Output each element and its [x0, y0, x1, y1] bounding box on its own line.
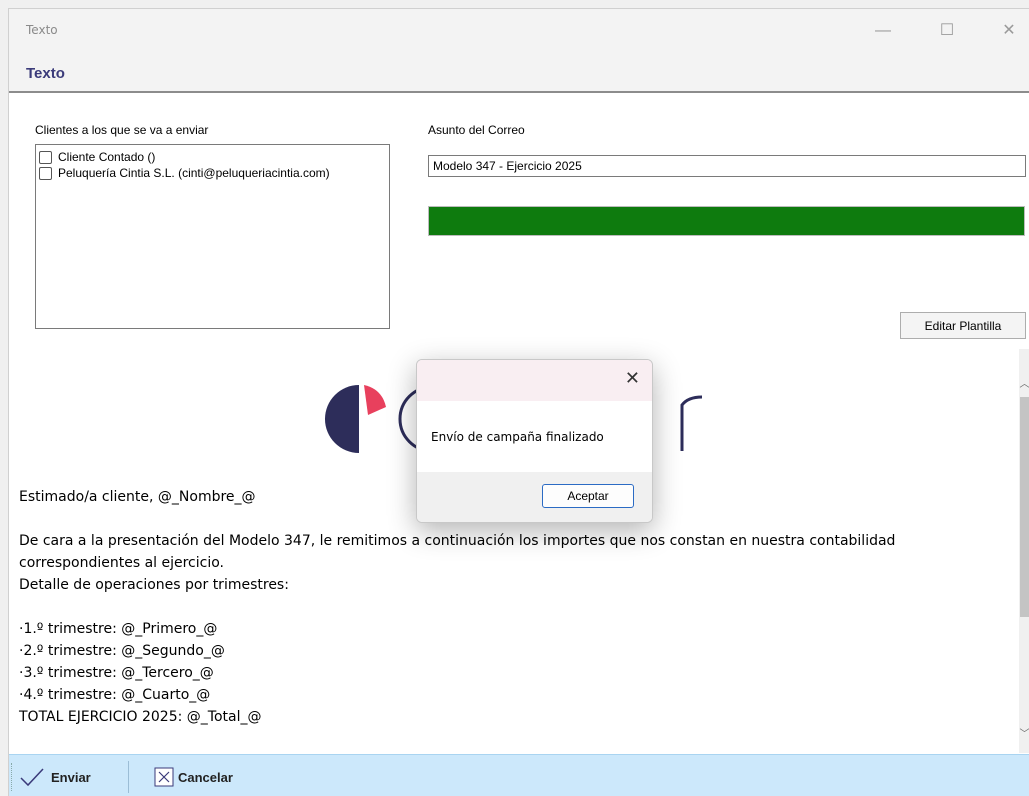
email-body-line: ·4.º trimestre: @_Cuarto_@: [19, 687, 211, 703]
send-check-icon: [20, 768, 44, 787]
confirmation-dialog: ✕ Envío de campaña finalizado Aceptar: [416, 359, 653, 523]
scroll-down-icon[interactable]: ﹀: [1019, 725, 1029, 740]
accept-button[interactable]: Aceptar: [542, 484, 634, 508]
email-body-line: De cara a la presentación del Modelo 347…: [19, 533, 896, 549]
cancel-x-icon: [154, 767, 174, 787]
progress-bar: [428, 206, 1025, 236]
email-body-line: ·1.º trimestre: @_Primero_@: [19, 621, 218, 637]
dialog-titlebar: ✕: [417, 360, 652, 401]
email-body-line: ·2.º trimestre: @_Segundo_@: [19, 643, 225, 659]
dialog-footer: Aceptar: [417, 472, 652, 522]
dialog-close-icon[interactable]: ✕: [625, 368, 640, 389]
title-bar: Texto — ☐ ✕: [9, 9, 1029, 51]
list-item[interactable]: Peluquería Cintia S.L. (cinti@peluqueria…: [39, 165, 386, 181]
clients-label: Clientes a los que se va a enviar: [35, 123, 209, 137]
preview-scrollbar[interactable]: ︿ ﹀: [1019, 349, 1029, 753]
scroll-up-icon[interactable]: ︿: [1019, 375, 1029, 390]
logo-mark-icon: [324, 385, 359, 453]
send-label: Enviar: [51, 769, 91, 785]
edit-template-button[interactable]: Editar Plantilla: [900, 312, 1026, 339]
client-label: Peluquería Cintia S.L. (cinti@peluqueria…: [58, 166, 330, 180]
window-title: Texto: [26, 23, 58, 37]
email-body-line: Detalle de operaciones por trimestres:: [19, 577, 289, 593]
client-label: Cliente Contado (): [58, 150, 156, 164]
toolbar-grip: [11, 763, 14, 791]
clients-list[interactable]: Cliente Contado () Peluquería Cintia S.L…: [35, 144, 390, 329]
list-item[interactable]: Cliente Contado (): [39, 149, 386, 165]
email-body-line: ·3.º trimestre: @_Tercero_@: [19, 665, 214, 681]
email-body-line: [19, 596, 895, 618]
maximize-icon[interactable]: ☐: [931, 17, 963, 45]
scroll-thumb[interactable]: [1020, 397, 1029, 617]
send-button[interactable]: Enviar: [19, 764, 91, 790]
subject-input[interactable]: Modelo 347 - Ejercicio 2025: [428, 155, 1026, 177]
close-icon[interactable]: ✕: [993, 17, 1025, 45]
minimize-icon[interactable]: —: [867, 17, 899, 45]
client-checkbox[interactable]: [39, 150, 52, 164]
cancel-label: Cancelar: [178, 769, 233, 785]
cancel-button[interactable]: Cancelar: [154, 764, 233, 790]
dialog-message: Envío de campaña finalizado: [431, 430, 604, 444]
subject-label: Asunto del Correo: [428, 123, 525, 137]
email-body-line: correspondientes al ejercicio.: [19, 555, 224, 571]
action-toolbar: Enviar Cancelar: [9, 754, 1029, 796]
logo-mark-accent-icon: [364, 385, 386, 415]
page-title: Texto: [26, 65, 65, 82]
header-bar: Texto: [9, 51, 1029, 93]
toolbar-divider: [128, 761, 129, 793]
progress-fill: [429, 207, 1024, 235]
client-checkbox[interactable]: [39, 166, 52, 180]
email-body-line: TOTAL EJERCICIO 2025: @_Total_@: [19, 709, 262, 725]
